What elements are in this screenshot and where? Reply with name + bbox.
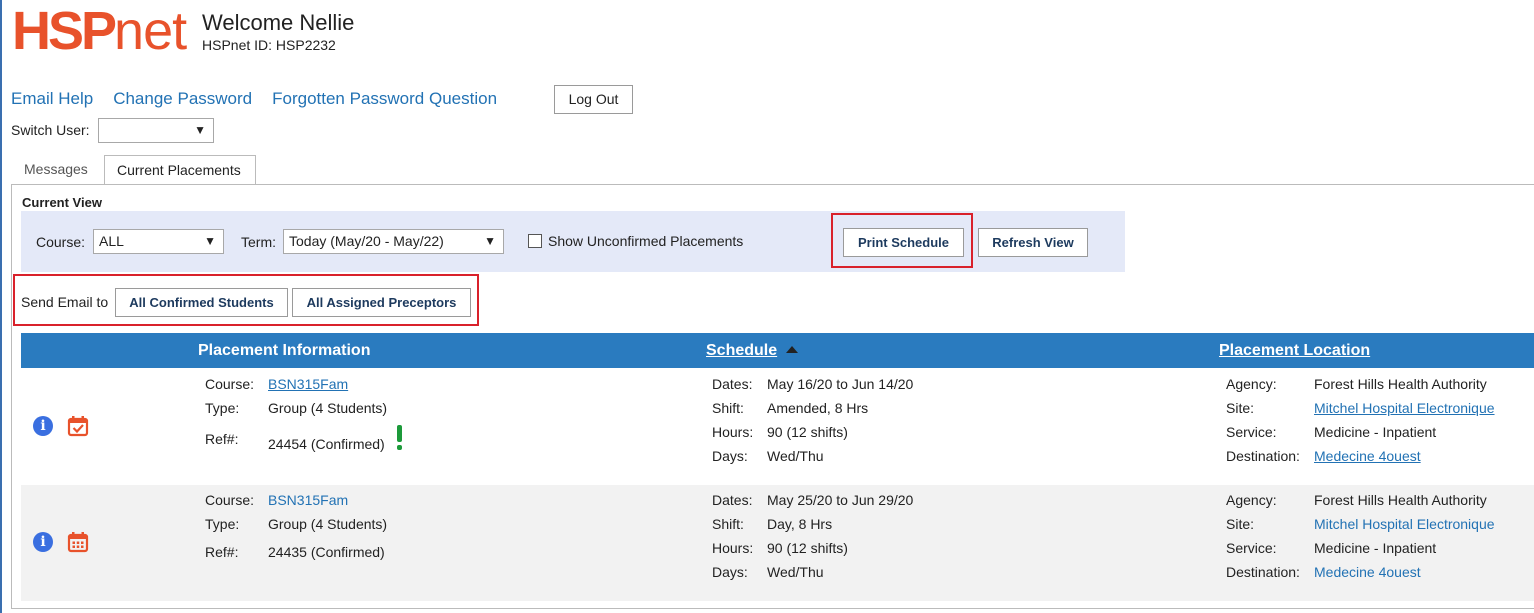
logo-hsp: HSP [12, 1, 117, 61]
course-label: Course: [36, 234, 86, 250]
course-link[interactable]: BSN315Fam [268, 376, 348, 392]
hspnet-logo[interactable]: HSPnet [12, 1, 187, 61]
refresh-view-button[interactable]: Refresh View [978, 228, 1088, 257]
tab-current-placements[interactable]: Current Placements [104, 155, 256, 185]
hours-value: 90 (12 shifts) [767, 540, 848, 556]
ref-value: 24435 (Confirmed) [268, 544, 385, 560]
agency-value: Forest Hills Health Authority [1314, 492, 1487, 508]
sort-ascending-icon [786, 346, 799, 353]
chevron-down-icon: ▼ [204, 234, 216, 248]
top-links: Email Help Change Password Forgotten Passw… [11, 89, 517, 109]
term-label: Term: [241, 234, 276, 250]
hours-label: Hours: [712, 540, 754, 556]
dates-value: May 16/20 to Jun 14/20 [767, 376, 914, 392]
agency-label: Agency: [1226, 492, 1277, 508]
info-icon[interactable]: i [33, 416, 53, 436]
exclamation-dot [397, 445, 402, 450]
forgotten-password-link[interactable]: Forgotten Password Question [272, 89, 497, 108]
table-row: i Course: BSN315Fam Type: Group (4 Stude… [21, 485, 1534, 601]
chevron-down-icon: ▼ [484, 234, 496, 248]
dates-label: Dates: [712, 376, 753, 392]
show-unconfirmed-checkbox[interactable] [528, 234, 542, 248]
placements-table-header: Placement Information Schedule Placement… [21, 333, 1534, 368]
agency-value: Forest Hills Health Authority [1314, 376, 1487, 392]
term-select[interactable]: Today (May/20 - May/22) ▼ [283, 229, 504, 254]
col-schedule-label: Schedule [706, 342, 778, 359]
tab-messages[interactable]: Messages [12, 155, 102, 183]
col-placement-information: Placement Information [198, 342, 371, 359]
type-label: Type: [205, 400, 240, 416]
dates-value: May 25/20 to Jun 29/20 [767, 492, 914, 508]
course-label: Course: [205, 376, 255, 392]
email-help-link[interactable]: Email Help [11, 89, 93, 108]
service-label: Service: [1226, 424, 1277, 440]
calendar-icon[interactable] [67, 531, 89, 553]
calendar-check-icon[interactable] [67, 415, 89, 437]
table-row: i Course: BSN315Fam Type: Group (4 Stude… [21, 369, 1534, 485]
course-link[interactable]: BSN315Fam [268, 492, 348, 508]
course-value: ALL [99, 233, 124, 249]
show-unconfirmed-label: Show Unconfirmed Placements [548, 233, 744, 249]
shift-label: Shift: [712, 400, 744, 416]
shift-label: Shift: [712, 516, 744, 532]
service-value: Medicine - Inpatient [1314, 424, 1437, 440]
welcome-text: Welcome Nellie [202, 10, 355, 35]
switch-user-label: Switch User: [11, 122, 90, 138]
site-label: Site: [1226, 516, 1255, 532]
info-icon[interactable]: i [33, 532, 53, 552]
days-label: Days: [712, 564, 748, 580]
hours-label: Hours: [712, 424, 754, 440]
send-email-highlight [13, 274, 479, 326]
chevron-down-icon: ▼ [194, 123, 206, 137]
destination-label: Destination: [1226, 564, 1300, 580]
type-value: Group (4 Students) [268, 400, 388, 416]
course-select[interactable]: ALL ▼ [93, 229, 224, 254]
col-schedule-sort[interactable]: Schedule [706, 342, 799, 360]
col-placement-location[interactable]: Placement Location [1219, 342, 1370, 360]
service-value: Medicine - Inpatient [1314, 540, 1437, 556]
destination-link[interactable]: Medecine 4ouest [1314, 448, 1421, 464]
service-label: Service: [1226, 540, 1277, 556]
exclamation-icon [397, 425, 402, 442]
ref-label: Ref#: [205, 431, 239, 447]
type-label: Type: [205, 516, 240, 532]
dates-label: Dates: [712, 492, 753, 508]
switch-user-select[interactable]: ▼ [98, 118, 214, 143]
logo-net: net [114, 1, 187, 61]
page-left-border [0, 0, 2, 613]
type-value: Group (4 Students) [268, 516, 388, 532]
logout-button[interactable]: Log Out [554, 85, 633, 114]
days-label: Days: [712, 448, 748, 464]
change-password-link[interactable]: Change Password [113, 89, 252, 108]
days-value: Wed/Thu [767, 448, 824, 464]
site-label: Site: [1226, 400, 1255, 416]
ref-value: 24454 (Confirmed) [268, 436, 385, 452]
destination-link[interactable]: Medecine 4ouest [1314, 564, 1421, 580]
ref-label: Ref#: [205, 544, 239, 560]
course-label: Course: [205, 492, 255, 508]
days-value: Wed/Thu [767, 564, 824, 580]
current-view-title: Current View [22, 195, 102, 210]
site-link[interactable]: Mitchel Hospital Electronique [1314, 516, 1495, 532]
site-link[interactable]: Mitchel Hospital Electronique [1314, 400, 1495, 416]
print-schedule-highlight [831, 213, 973, 268]
agency-label: Agency: [1226, 376, 1277, 392]
hours-value: 90 (12 shifts) [767, 424, 848, 440]
shift-value: Day, 8 Hrs [767, 516, 833, 532]
shift-value: Amended, 8 Hrs [767, 400, 869, 416]
hspnet-id: HSPnet ID: HSP2232 [202, 37, 336, 53]
destination-label: Destination: [1226, 448, 1300, 464]
term-value: Today (May/20 - May/22) [289, 233, 444, 249]
